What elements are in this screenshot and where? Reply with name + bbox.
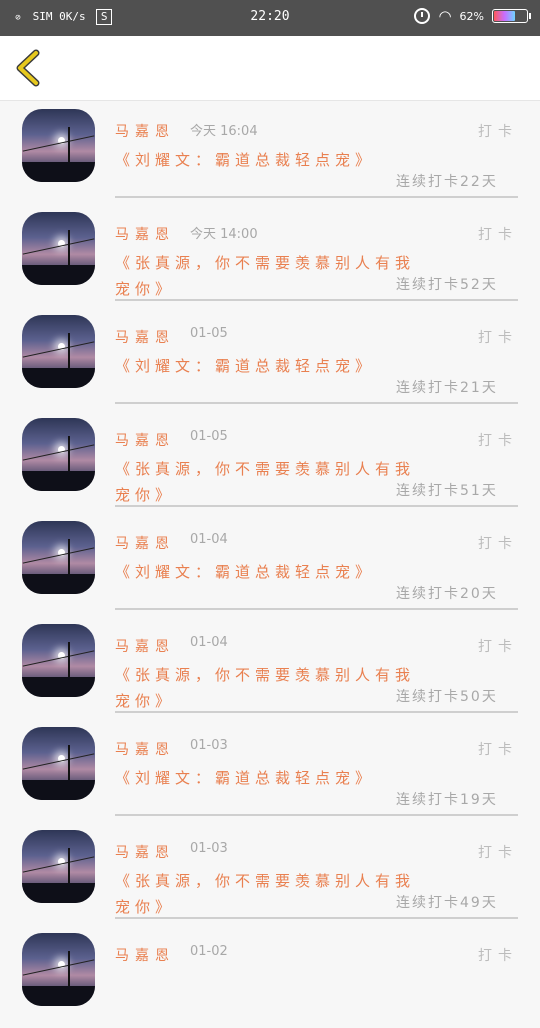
streak-text: 连续打卡52天 (396, 277, 498, 293)
divider (115, 196, 518, 198)
streak-text: 连续打卡51天 (396, 483, 498, 499)
checkin-label: 打卡 (478, 639, 518, 655)
avatar[interactable] (22, 418, 95, 491)
list-item[interactable]: 马嘉恩 01-04 打卡 《张真源，你不需要羡慕别人有我宠你》 连续打卡50天 (0, 616, 540, 719)
list-item[interactable]: 马嘉恩 01-04 打卡 《刘耀文：霸道总裁轻点宠》 连续打卡20天 (0, 513, 540, 616)
avatar[interactable] (22, 624, 95, 697)
post-time: 01-02 (190, 944, 228, 959)
post-time: 01-05 (190, 326, 228, 341)
avatar[interactable] (22, 830, 95, 903)
checkin-label: 打卡 (478, 948, 518, 964)
streak-text: 连续打卡50天 (396, 689, 498, 705)
wifi-icon: ◠ (438, 7, 452, 25)
book-title: 《张真源，你不需要羡慕别人有我宠你》 (115, 666, 416, 710)
avatar[interactable] (22, 315, 95, 388)
user-name: 马嘉恩 (115, 124, 175, 140)
alarm-icon (414, 8, 431, 24)
checkin-label: 打卡 (478, 433, 518, 449)
checkin-label: 打卡 (478, 124, 518, 140)
post-time: 今天 16:04 (190, 124, 258, 139)
top-bar (0, 36, 540, 101)
back-button[interactable] (10, 48, 50, 88)
user-name: 马嘉恩 (115, 845, 175, 861)
post-time: 01-04 (190, 635, 228, 650)
streak-text: 连续打卡22天 (396, 174, 498, 190)
post-time: 01-03 (190, 738, 228, 753)
checkin-label: 打卡 (478, 742, 518, 758)
checkin-list: 马嘉恩 今天 16:04 打卡 《刘耀文：霸道总裁轻点宠》 连续打卡22天 马嘉… (0, 101, 540, 1028)
streak-text: 连续打卡20天 (396, 586, 498, 602)
checkin-label: 打卡 (478, 845, 518, 861)
list-item[interactable]: 马嘉恩 01-02 打卡 (0, 925, 540, 1028)
checkin-label: 打卡 (478, 536, 518, 552)
status-right: ◠ 62% (414, 7, 531, 25)
avatar[interactable] (22, 933, 95, 1006)
battery-fill (494, 11, 516, 21)
book-title: 《刘耀文：霸道总裁轻点宠》 (115, 151, 376, 169)
list-item[interactable]: 马嘉恩 今天 16:04 打卡 《刘耀文：霸道总裁轻点宠》 连续打卡22天 (0, 101, 540, 204)
book-title: 《刘耀文：霸道总裁轻点宠》 (115, 357, 376, 375)
list-item[interactable]: 马嘉恩 01-05 打卡 《张真源，你不需要羡慕别人有我宠你》 连续打卡51天 (0, 410, 540, 513)
battery-percent: 62% (459, 9, 484, 23)
user-name: 马嘉恩 (115, 330, 175, 346)
list-item[interactable]: 马嘉恩 今天 14:00 打卡 《张真源，你不需要羡慕别人有我宠你》 连续打卡5… (0, 204, 540, 307)
status-bar: ⊘ SIM 0K/s S 22:20 ◠ 62% (0, 0, 540, 36)
checkin-label: 打卡 (478, 330, 518, 346)
avatar[interactable] (22, 109, 95, 182)
avatar[interactable] (22, 212, 95, 285)
book-title: 《张真源，你不需要羡慕别人有我宠你》 (115, 872, 416, 916)
streak-text: 连续打卡49天 (396, 895, 498, 911)
streak-text: 连续打卡19天 (396, 792, 498, 808)
divider (115, 402, 518, 404)
book-title: 《张真源，你不需要羡慕别人有我宠你》 (115, 254, 416, 298)
divider (115, 608, 518, 610)
user-name: 马嘉恩 (115, 742, 175, 758)
divider (115, 505, 518, 507)
user-name: 马嘉恩 (115, 227, 175, 243)
divider (115, 711, 518, 713)
book-title: 《刘耀文：霸道总裁轻点宠》 (115, 563, 376, 581)
list-item[interactable]: 马嘉恩 01-03 打卡 《张真源，你不需要羡慕别人有我宠你》 连续打卡49天 (0, 822, 540, 925)
list-item[interactable]: 马嘉恩 01-03 打卡 《刘耀文：霸道总裁轻点宠》 连续打卡19天 (0, 719, 540, 822)
post-time: 01-03 (190, 841, 228, 856)
battery-icon (492, 9, 531, 23)
divider (115, 814, 518, 816)
post-time: 01-05 (190, 429, 228, 444)
user-name: 马嘉恩 (115, 433, 175, 449)
post-time: 01-04 (190, 532, 228, 547)
user-name: 马嘉恩 (115, 639, 175, 655)
avatar[interactable] (22, 727, 95, 800)
book-title: 《刘耀文：霸道总裁轻点宠》 (115, 769, 376, 787)
divider (115, 917, 518, 919)
post-time: 今天 14:00 (190, 227, 258, 242)
list-item[interactable]: 马嘉恩 01-05 打卡 《刘耀文：霸道总裁轻点宠》 连续打卡21天 (0, 307, 540, 410)
book-title: 《张真源，你不需要羡慕别人有我宠你》 (115, 460, 416, 504)
checkin-label: 打卡 (478, 227, 518, 243)
chevron-left-icon (16, 49, 40, 87)
streak-text: 连续打卡21天 (396, 380, 498, 396)
avatar[interactable] (22, 521, 95, 594)
user-name: 马嘉恩 (115, 536, 175, 552)
divider (115, 299, 518, 301)
user-name: 马嘉恩 (115, 948, 175, 964)
